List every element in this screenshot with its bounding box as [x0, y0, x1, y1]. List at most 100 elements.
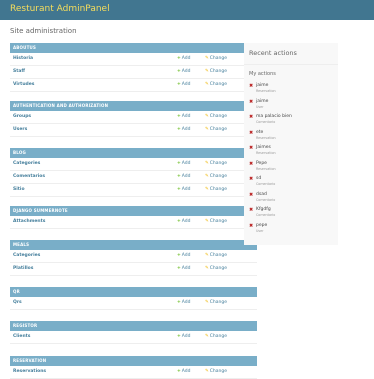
plus-icon: + [177, 253, 181, 258]
delete-icon: ✖ [249, 145, 254, 151]
model-link[interactable]: Groups [13, 114, 31, 119]
change-link[interactable]: ✎Change [205, 253, 227, 258]
add-link[interactable]: +Add [177, 266, 191, 271]
change-link[interactable]: ✎Change [205, 266, 227, 271]
module-caption[interactable]: Authentication and Authorization [10, 101, 257, 111]
page-title: Site administration [10, 27, 77, 35]
module-caption[interactable]: Blog [10, 148, 257, 158]
add-link[interactable]: +Add [177, 253, 191, 258]
change-link[interactable]: ✎Change [205, 161, 227, 166]
change-link[interactable]: ✎Change [205, 69, 227, 74]
recent-action-object[interactable]: Pepe [256, 161, 267, 166]
module-caption[interactable]: Registor [10, 321, 257, 331]
module-caption[interactable]: QR [10, 287, 257, 297]
model-link[interactable]: Virtudes [13, 82, 34, 87]
model-row: Users +Add ✎Change [10, 124, 257, 137]
change-label: Change [209, 187, 228, 192]
add-label: Add [181, 187, 191, 192]
module-caption[interactable]: Meals [10, 240, 257, 250]
module-meals: Meals Categories +Add ✎Change Platillos +Add ✎… [10, 240, 257, 276]
change-label: Change [209, 369, 228, 374]
header: Resturant AdminPanel [0, 0, 374, 20]
recent-action-object[interactable]: ma palacio bien [256, 114, 292, 119]
model-link[interactable]: Clients [13, 334, 30, 339]
model-row: Platillos +Add ✎Change [10, 263, 257, 276]
module-caption[interactable]: Reservation [10, 356, 257, 366]
delete-icon: ✖ [249, 98, 254, 105]
add-link[interactable]: +Add [177, 56, 191, 61]
recent-action-object[interactable]: dsad [256, 192, 267, 197]
recent-action-object[interactable]: ete [256, 130, 263, 135]
plus-icon: + [177, 114, 181, 119]
module-caption[interactable]: Django Summernote [10, 206, 257, 216]
change-link[interactable]: ✎Change [205, 219, 227, 224]
recent-action-type: Reservation [256, 135, 276, 140]
change-link[interactable]: ✎Change [205, 56, 227, 61]
model-link[interactable]: Reservations [13, 369, 46, 374]
change-label: Change [209, 114, 228, 119]
change-link[interactable]: ✎Change [205, 334, 227, 339]
recent-action-object[interactable]: jaime [256, 83, 268, 88]
add-link[interactable]: +Add [177, 300, 191, 305]
add-label: Add [181, 114, 191, 119]
add-label: Add [181, 127, 191, 132]
module-reservation: Reservation Reservations +Add ✎Change [10, 356, 257, 379]
change-label: Change [209, 219, 228, 224]
add-label: Add [181, 300, 191, 305]
add-link[interactable]: +Add [177, 369, 191, 374]
change-link[interactable]: ✎Change [205, 187, 227, 192]
model-link[interactable]: Attachments [13, 219, 45, 224]
model-link[interactable]: Categories [13, 161, 40, 166]
site-branding[interactable]: Resturant AdminPanel [10, 4, 110, 14]
plus-icon: + [177, 56, 181, 61]
pencil-icon: ✎ [205, 161, 209, 166]
add-link[interactable]: +Add [177, 219, 191, 224]
add-label: Add [181, 69, 191, 74]
add-link[interactable]: +Add [177, 127, 191, 132]
add-link[interactable]: +Add [177, 187, 191, 192]
change-link[interactable]: ✎Change [205, 127, 227, 132]
change-label: Change [209, 174, 228, 179]
delete-icon: ✖ [249, 176, 254, 182]
recent-action-object[interactable]: Jaimes [256, 145, 271, 150]
change-label: Change [209, 300, 228, 305]
divider [244, 64, 338, 65]
add-link[interactable]: +Add [177, 69, 191, 74]
add-link[interactable]: +Add [177, 161, 191, 166]
model-link[interactable]: Users [13, 127, 27, 132]
change-link[interactable]: ✎Change [205, 300, 227, 305]
change-link[interactable]: ✎Change [205, 174, 227, 179]
change-link[interactable]: ✎Change [205, 369, 227, 374]
model-row: Categories +Add ✎Change [10, 158, 257, 171]
model-row: Groups +Add ✎Change [10, 111, 257, 124]
model-link[interactable]: Comentarios [13, 174, 45, 179]
add-link[interactable]: +Add [177, 174, 191, 179]
model-link[interactable]: Staff [13, 69, 25, 74]
plus-icon: + [177, 369, 181, 374]
recent-action-object[interactable]: jaime [256, 99, 268, 104]
change-link[interactable]: ✎Change [205, 114, 227, 119]
add-link[interactable]: +Add [177, 334, 191, 339]
pencil-icon: ✎ [205, 253, 209, 258]
add-label: Add [181, 266, 191, 271]
model-link[interactable]: Categories [13, 253, 40, 258]
recent-action-object[interactable]: pepe [256, 223, 267, 228]
model-link[interactable]: Historia [13, 56, 33, 61]
plus-icon: + [177, 334, 181, 339]
plus-icon: + [177, 219, 181, 224]
recent-action-type: User [256, 104, 264, 109]
model-link[interactable]: Sitio [13, 187, 25, 192]
plus-icon: + [177, 174, 181, 179]
add-link[interactable]: +Add [177, 82, 191, 87]
plus-icon: + [177, 127, 181, 132]
model-link[interactable]: Platillos [13, 266, 33, 271]
change-label: Change [209, 127, 228, 132]
add-link[interactable]: +Add [177, 114, 191, 119]
model-link[interactable]: Qrs [13, 300, 22, 305]
change-link[interactable]: ✎Change [205, 82, 227, 87]
module-caption[interactable]: Aboutus [10, 43, 257, 53]
recent-action-object[interactable]: sd [256, 176, 261, 181]
pencil-icon: ✎ [205, 187, 209, 192]
pencil-icon: ✎ [205, 334, 209, 339]
recent-action-object[interactable]: Kfgdfg [256, 207, 271, 212]
